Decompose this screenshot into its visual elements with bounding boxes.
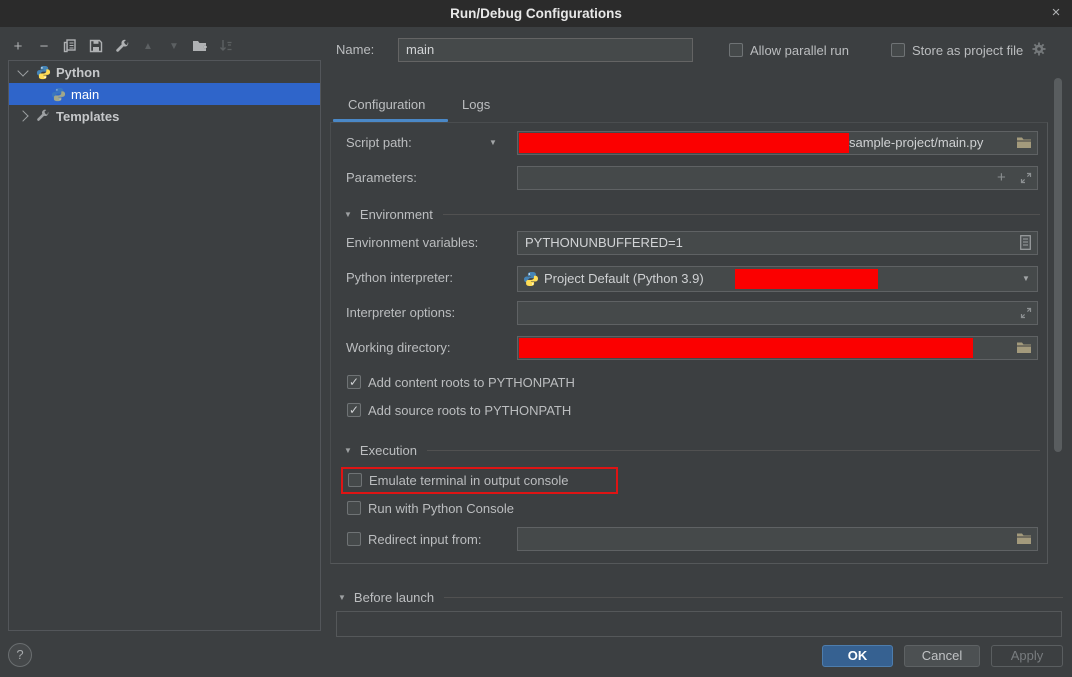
name-value: main: [399, 39, 692, 61]
dialog-title: Run/Debug Configurations: [0, 0, 1072, 27]
before-launch-task-list[interactable]: [336, 611, 1062, 637]
close-icon[interactable]: ×: [1047, 4, 1065, 22]
folder-icon[interactable]: [1016, 341, 1032, 357]
python-icon: [51, 87, 66, 102]
name-label: Name:: [336, 38, 374, 62]
allow-parallel-run-row[interactable]: Allow parallel run: [729, 38, 849, 62]
parameters-input[interactable]: [517, 166, 1038, 190]
sort-configurations-icon[interactable]: [218, 38, 234, 54]
name-input[interactable]: main: [398, 38, 693, 62]
environment-variables-value: PYTHONUNBUFFERED=1: [518, 232, 1037, 254]
allow-parallel-run-label: Allow parallel run: [750, 43, 849, 58]
remove-configuration-icon[interactable]: −: [36, 38, 52, 54]
add-source-roots-row[interactable]: Add source roots to PYTHONPATH: [347, 400, 571, 420]
run-with-python-console-row[interactable]: Run with Python Console: [347, 498, 514, 518]
tree-item-main[interactable]: main: [9, 83, 320, 105]
python-interpreter-label: Python interpreter:: [346, 266, 453, 290]
execution-section-title: Execution: [360, 443, 417, 458]
tree-item-label: Python: [56, 65, 100, 80]
save-configuration-icon[interactable]: [88, 38, 104, 54]
new-folder-icon[interactable]: [192, 38, 208, 54]
help-button[interactable]: ?: [8, 643, 32, 667]
tab-logs[interactable]: Logs: [462, 97, 490, 112]
allow-parallel-run-checkbox[interactable]: [729, 43, 743, 57]
run-with-python-console-checkbox[interactable]: [347, 501, 361, 515]
add-content-roots-checkbox[interactable]: [347, 375, 361, 389]
tree-item-label: main: [71, 87, 99, 102]
interpreter-options-input[interactable]: [517, 301, 1038, 325]
section-divider: [443, 214, 1040, 215]
gear-icon[interactable]: [1032, 42, 1046, 59]
add-content-roots-row[interactable]: Add content roots to PYTHONPATH: [347, 372, 575, 392]
before-launch-section-title: Before launch: [354, 590, 434, 605]
scrollbar-thumb[interactable]: [1054, 78, 1062, 452]
move-up-icon[interactable]: ▲: [140, 38, 156, 54]
copy-configuration-icon[interactable]: [62, 38, 78, 54]
store-as-project-file-row[interactable]: Store as project file: [891, 38, 1046, 62]
script-path-label: Script path:: [346, 131, 412, 155]
add-configuration-icon[interactable]: +: [10, 38, 26, 54]
python-interpreter-redaction: [735, 269, 878, 289]
add-source-roots-checkbox[interactable]: [347, 403, 361, 417]
python-interpreter-value: Project Default (Python 3.9): [544, 266, 704, 292]
expand-field-icon[interactable]: [1020, 172, 1032, 187]
script-path-dropdown-icon[interactable]: ▼: [489, 131, 497, 155]
chevron-down-icon[interactable]: [17, 65, 28, 76]
before-launch-section-header[interactable]: ▼ Before launch: [338, 589, 1063, 605]
folder-icon[interactable]: [1016, 532, 1032, 548]
add-source-roots-label: Add source roots to PYTHONPATH: [368, 403, 571, 418]
run-debug-configurations-dialog: Run/Debug Configurations × + − ▲ ▼: [0, 0, 1072, 677]
run-with-python-console-label: Run with Python Console: [368, 501, 514, 516]
chevron-down-icon[interactable]: ▼: [1022, 267, 1030, 291]
collapse-triangle-icon[interactable]: ▼: [338, 593, 346, 602]
python-icon: [523, 271, 539, 290]
chevron-right-icon[interactable]: [17, 110, 28, 121]
environment-variables-input[interactable]: PYTHONUNBUFFERED=1: [517, 231, 1038, 255]
store-as-project-file-checkbox[interactable]: [891, 43, 905, 57]
redirect-input-row[interactable]: Redirect input from:: [347, 529, 481, 549]
section-divider: [444, 597, 1063, 598]
add-content-roots-label: Add content roots to PYTHONPATH: [368, 375, 575, 390]
collapse-triangle-icon[interactable]: ▼: [344, 210, 352, 219]
redirect-input-checkbox[interactable]: [347, 532, 361, 546]
configurations-tree: Python main Templates: [8, 60, 321, 631]
tree-toolbar: + − ▲ ▼: [10, 37, 234, 55]
redirect-input-label: Redirect input from:: [368, 532, 481, 547]
section-divider: [427, 450, 1040, 451]
ok-button[interactable]: OK: [822, 645, 893, 667]
title-bar: Run/Debug Configurations ×: [0, 0, 1072, 27]
apply-button[interactable]: Apply: [991, 645, 1063, 667]
redirect-input-input[interactable]: [517, 527, 1038, 551]
tree-item-templates[interactable]: Templates: [9, 105, 320, 127]
emulate-terminal-label: Emulate terminal in output console: [369, 473, 568, 488]
script-path-redaction: [519, 133, 849, 153]
tab-configuration[interactable]: Configuration: [348, 97, 425, 112]
parameters-label: Parameters:: [346, 166, 417, 190]
interpreter-options-label: Interpreter options:: [346, 301, 455, 325]
store-as-project-file-label: Store as project file: [912, 43, 1023, 58]
expand-field-icon[interactable]: [1020, 307, 1032, 322]
working-directory-label: Working directory:: [346, 336, 451, 360]
environment-variables-label: Environment variables:: [346, 231, 478, 255]
collapse-triangle-icon[interactable]: ▼: [344, 446, 352, 455]
python-icon: [36, 65, 51, 80]
emulate-terminal-row[interactable]: Emulate terminal in output console: [348, 470, 568, 490]
edit-templates-icon[interactable]: [114, 38, 130, 54]
working-directory-redaction: [519, 338, 973, 358]
emulate-terminal-checkbox[interactable]: [348, 473, 362, 487]
wrench-icon: [36, 109, 51, 124]
environment-section-header[interactable]: ▼ Environment: [344, 206, 1040, 222]
move-down-icon[interactable]: ▼: [166, 38, 182, 54]
script-path-visible-value: sample-project/main.py: [849, 131, 983, 155]
tree-item-label: Templates: [56, 109, 119, 124]
execution-section-header[interactable]: ▼ Execution: [344, 442, 1040, 458]
cancel-button[interactable]: Cancel: [904, 645, 980, 667]
macros-plus-icon[interactable]: +: [997, 166, 1006, 190]
folder-icon[interactable]: [1016, 136, 1032, 152]
tree-item-python[interactable]: Python: [9, 61, 320, 83]
browse-variables-icon[interactable]: [1020, 235, 1031, 253]
environment-section-title: Environment: [360, 207, 433, 222]
